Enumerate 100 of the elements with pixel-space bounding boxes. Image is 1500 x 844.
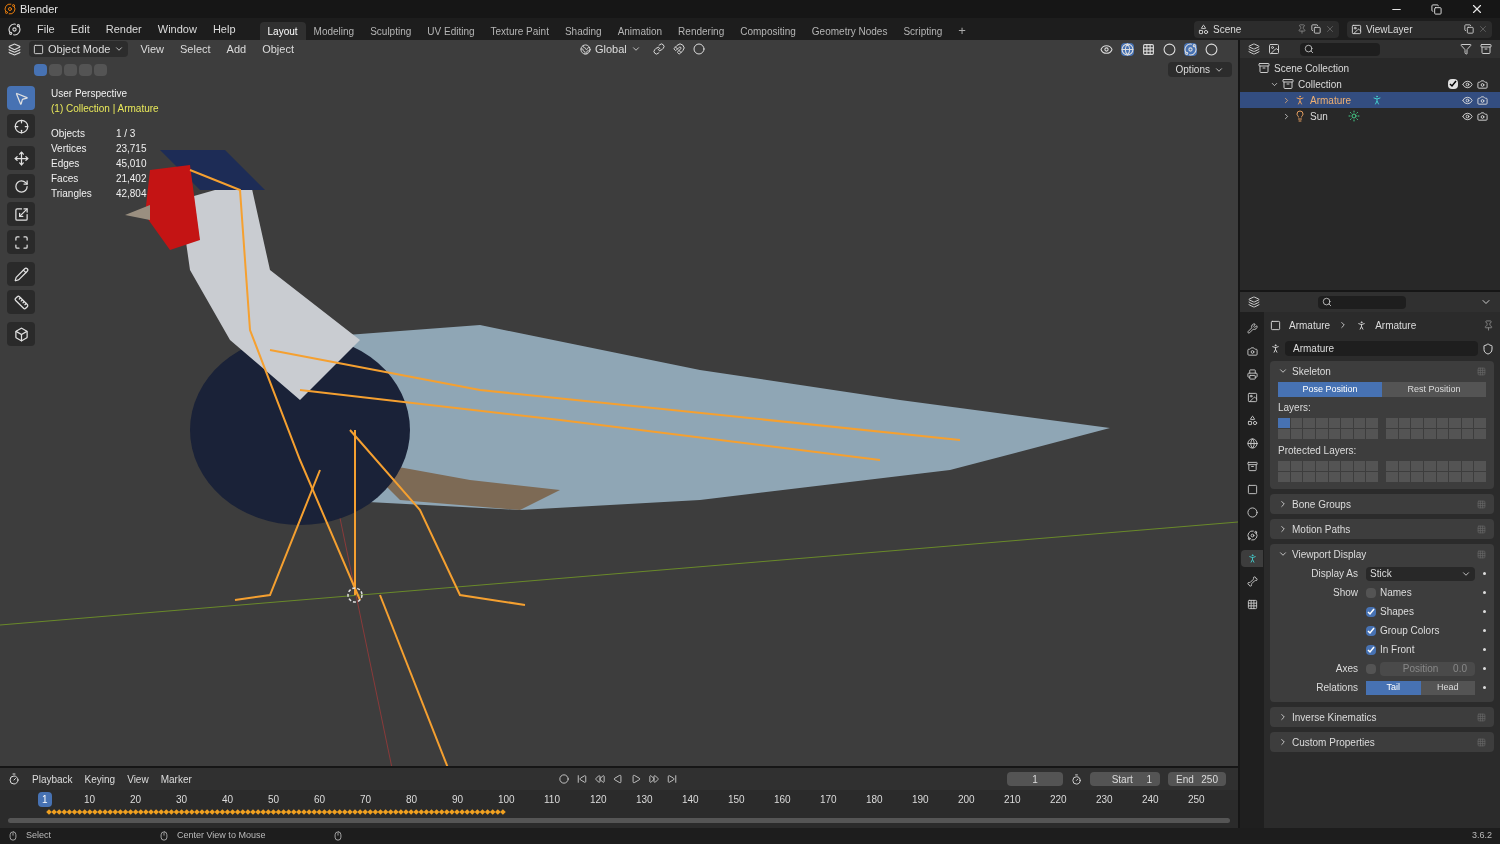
workspace-tab[interactable]: Sculpting — [362, 22, 420, 40]
scene-selector[interactable]: Scene — [1194, 20, 1339, 38]
close-icon[interactable] — [1470, 2, 1484, 16]
armature-icon — [1294, 94, 1306, 106]
workspace-tab[interactable]: Compositing — [732, 22, 804, 40]
app-logo-icon — [4, 3, 16, 15]
layer-toggle[interactable] — [1290, 418, 1303, 428]
frame-number: 250 — [1187, 793, 1206, 807]
pin-icon — [1483, 319, 1494, 331]
workspace-tab[interactable]: Layout — [259, 22, 306, 40]
tool-button[interactable] — [7, 290, 35, 314]
checkbox[interactable] — [1448, 79, 1458, 89]
tool-button[interactable] — [7, 114, 35, 138]
checkbox[interactable] — [1366, 606, 1376, 617]
panel-header[interactable]: Skeleton — [1278, 364, 1486, 378]
object-mode-icon — [33, 43, 44, 55]
menu-item[interactable]: Help — [204, 20, 244, 38]
workspace-tab[interactable]: Shading — [556, 22, 610, 40]
add-cube-icon — [13, 326, 29, 342]
frame-number: 120 — [589, 793, 608, 807]
solid-shading-icon — [1163, 42, 1176, 56]
outliner-row[interactable]: Scene Collection — [1240, 60, 1500, 76]
stopwatch-icon — [1071, 773, 1082, 785]
menu-item[interactable]: Object — [258, 40, 298, 58]
outliner-row[interactable]: Sun — [1240, 108, 1500, 124]
menu-item[interactable]: Add — [222, 40, 251, 58]
frame-number: 10 — [83, 793, 97, 807]
printer-icon — [1246, 369, 1258, 380]
workspace-tab[interactable]: Rendering — [670, 22, 733, 40]
checkbox-label: Group Colors — [1380, 624, 1440, 638]
stat-value: 42,804 — [115, 187, 148, 201]
tool-button[interactable] — [7, 262, 35, 286]
pivot-icon — [652, 43, 665, 55]
current-frame-field[interactable]: 1 — [1007, 772, 1063, 786]
display-as-dropdown[interactable]: Stick — [1366, 566, 1475, 581]
eye-icon — [1462, 110, 1473, 122]
workspace-tab[interactable]: Modeling — [305, 22, 363, 40]
segment-button[interactable]: Pose Position — [1278, 382, 1382, 397]
chevron-down-icon — [630, 44, 641, 54]
checkbox[interactable] — [1366, 644, 1376, 655]
frame-number: 50 — [267, 793, 281, 807]
outliner-row[interactable]: Armature — [1240, 92, 1500, 108]
expanded-chevron-icon — [1278, 549, 1288, 559]
bone-icon — [1246, 576, 1258, 587]
menu-item[interactable]: Edit — [62, 20, 98, 38]
workspace-tab[interactable]: Texture Paint — [482, 22, 557, 40]
view-layer-selector[interactable]: ViewLayer — [1347, 20, 1492, 38]
menu-item[interactable]: View — [127, 771, 149, 787]
select-box-icon — [13, 90, 29, 106]
frame-number: 100 — [497, 793, 516, 807]
panel-header[interactable]: Viewport Display — [1278, 547, 1486, 561]
segment-button[interactable]: Head — [1420, 680, 1475, 695]
select-mode-button[interactable] — [34, 63, 47, 76]
search-field[interactable] — [1300, 42, 1380, 56]
image-icon — [1246, 392, 1258, 403]
workspace-tab[interactable]: Animation — [609, 22, 671, 40]
scrollbar[interactable] — [8, 818, 1230, 823]
search-field[interactable] — [1318, 295, 1406, 309]
add-workspace-button[interactable]: + — [950, 20, 974, 40]
menu-item[interactable]: Playback — [32, 771, 73, 787]
options-dropdown[interactable]: Options — [1167, 62, 1232, 77]
data-name-field[interactable]: Armature — [1285, 341, 1478, 356]
menu-item[interactable]: Select — [176, 40, 215, 58]
end-frame-field[interactable]: End 250 — [1168, 772, 1226, 786]
workspace-tab[interactable]: Geometry Nodes — [803, 22, 896, 40]
workspace-tab[interactable]: Scripting — [895, 22, 951, 40]
workspace-tab[interactable]: UV Editing — [419, 22, 483, 40]
tool-button[interactable] — [7, 322, 35, 346]
snap-icon — [672, 43, 685, 55]
tool-button[interactable] — [7, 202, 35, 226]
tool-button[interactable] — [7, 230, 35, 254]
tool-button[interactable] — [7, 146, 35, 170]
mode-dropdown[interactable]: Object Mode — [29, 40, 129, 58]
layer-icon — [1351, 23, 1362, 35]
menu-item[interactable]: Keying — [84, 771, 116, 787]
field-label: Axes — [1334, 662, 1359, 676]
start-frame-field[interactable]: Start 1 — [1090, 772, 1160, 786]
layer-toggle[interactable] — [1278, 429, 1290, 439]
checkbox[interactable] — [1366, 625, 1376, 636]
properties-tab[interactable] — [1241, 550, 1263, 567]
frame-number: 80 — [405, 793, 419, 807]
layer-toggle[interactable] — [1290, 429, 1303, 439]
menu-item[interactable]: Render — [97, 20, 150, 38]
collection-icon — [1282, 78, 1294, 90]
menu-item[interactable]: Marker — [160, 771, 192, 787]
segment-button[interactable]: Tail — [1366, 680, 1421, 695]
frame-number: 140 — [681, 793, 700, 807]
outliner-row[interactable]: Collection — [1240, 76, 1500, 92]
mouse-icon — [333, 831, 344, 841]
menu-item[interactable]: View — [136, 40, 169, 58]
restore-icon[interactable] — [1431, 3, 1442, 15]
menu-item[interactable]: Window — [149, 20, 205, 38]
new-collection-icon — [1480, 43, 1492, 55]
layer-toggle[interactable] — [1278, 418, 1290, 428]
tool-button[interactable] — [7, 174, 35, 198]
orientation-dropdown[interactable]: Global — [576, 40, 645, 58]
frame-number: 30 — [175, 793, 189, 807]
segment-button[interactable]: Rest Position — [1382, 382, 1486, 397]
menu-item[interactable]: File — [29, 20, 63, 38]
drag-handle-icon — [1477, 712, 1486, 722]
